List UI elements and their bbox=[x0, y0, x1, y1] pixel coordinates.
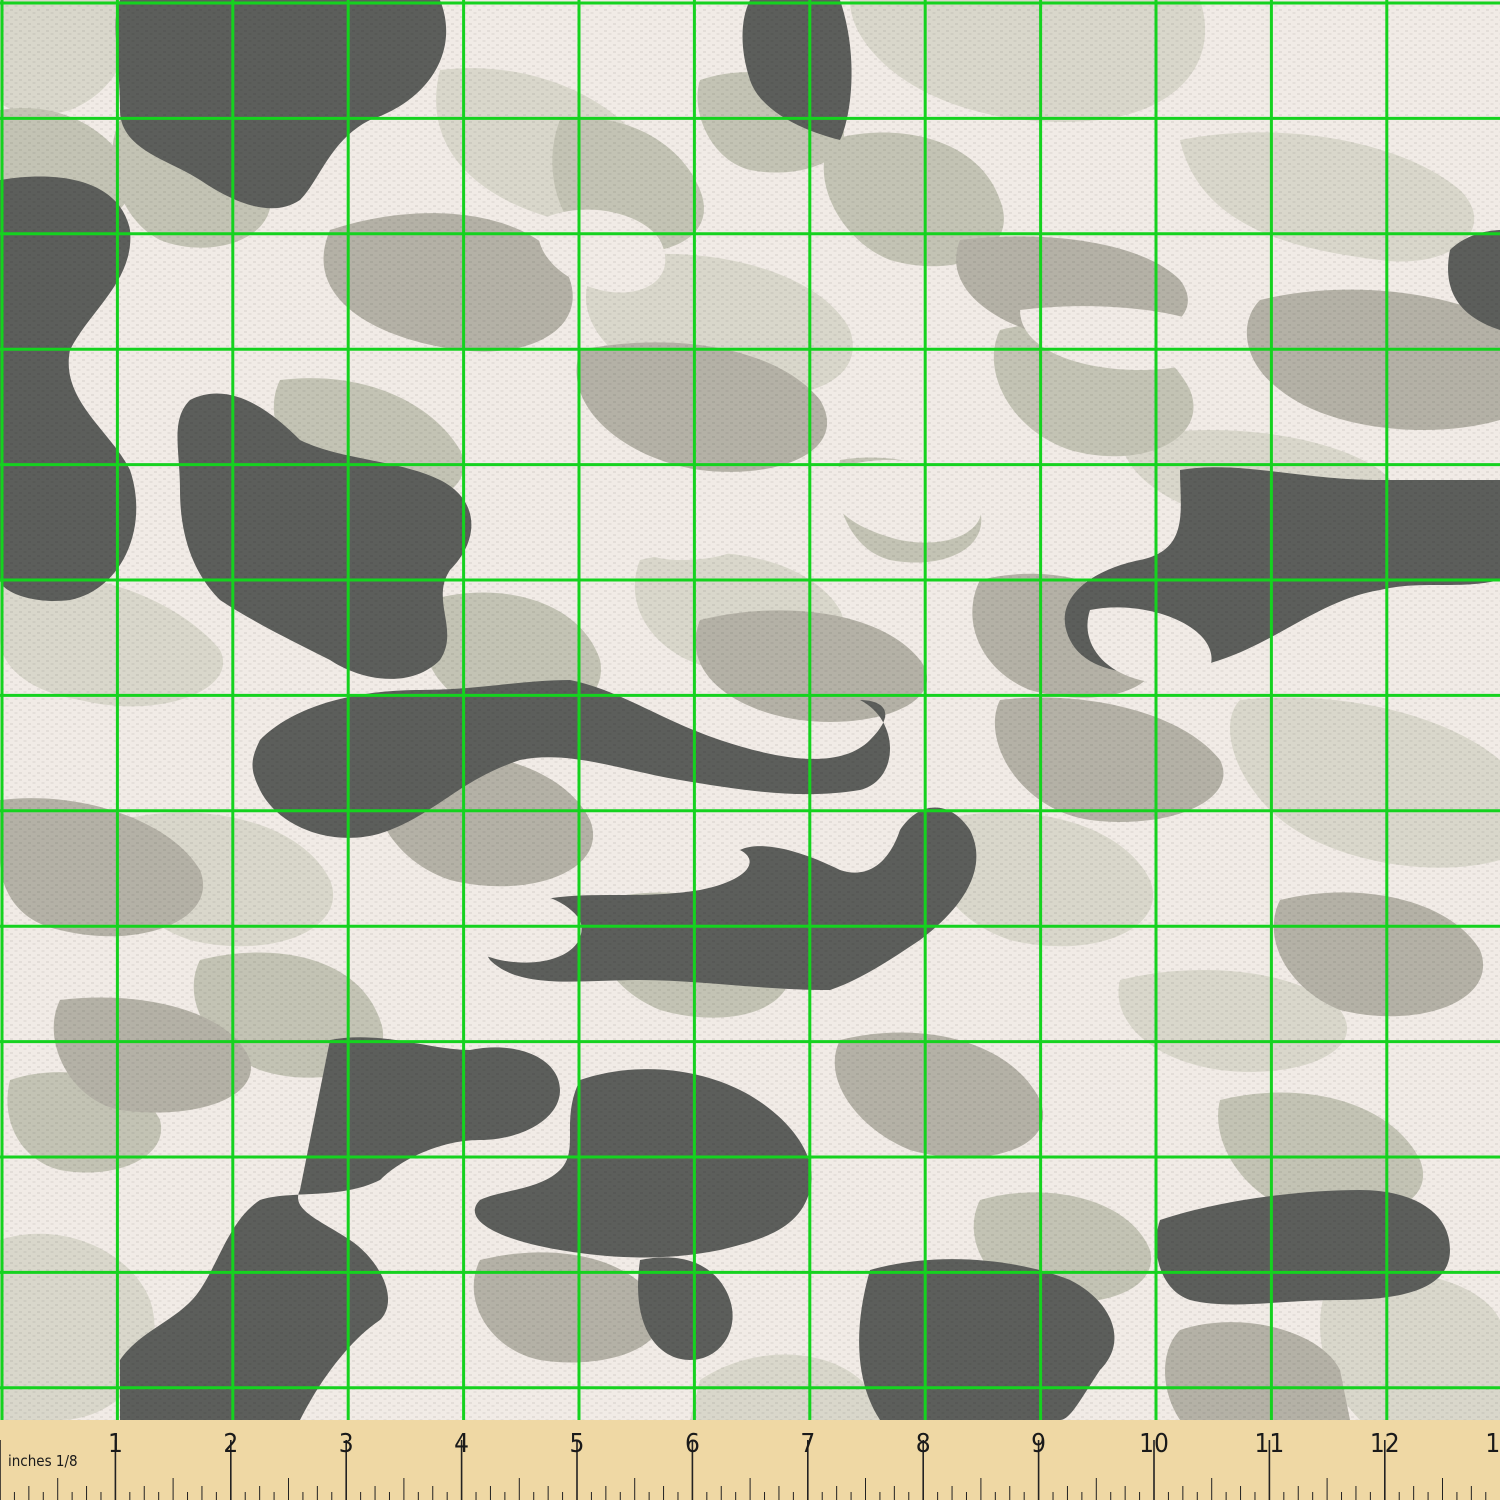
ruler-unit-label: inches 1/8 bbox=[8, 1452, 78, 1470]
inch-ruler: 12345678910111213 inches 1/8 bbox=[0, 1420, 1500, 1500]
ruler-number: 4 bbox=[454, 1429, 469, 1459]
camouflage-pattern bbox=[0, 0, 1500, 1420]
ruler-number: 11 bbox=[1255, 1429, 1285, 1459]
ruler-number: 8 bbox=[916, 1429, 931, 1459]
ruler-number: 5 bbox=[570, 1429, 585, 1459]
ruler-number: 7 bbox=[800, 1429, 815, 1459]
fabric-swatch-view: 12345678910111213 inches 1/8 bbox=[0, 0, 1500, 1500]
ruler-number: 2 bbox=[223, 1429, 238, 1459]
camouflage-fabric-swatch bbox=[0, 0, 1500, 1420]
ruler-number: 3 bbox=[339, 1429, 354, 1459]
ruler-number: 12 bbox=[1370, 1429, 1400, 1459]
ruler-number: 1 bbox=[108, 1429, 123, 1459]
ruler-number: 9 bbox=[1031, 1429, 1046, 1459]
ruler-number: 6 bbox=[685, 1429, 700, 1459]
ruler-number: 10 bbox=[1139, 1429, 1169, 1459]
ruler-number: 13 bbox=[1485, 1429, 1500, 1459]
